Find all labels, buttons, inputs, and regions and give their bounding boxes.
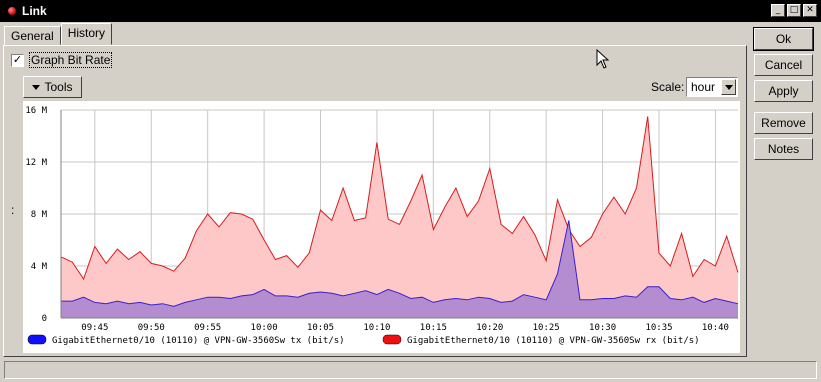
minimize-button[interactable]: _ xyxy=(771,4,785,17)
tools-button[interactable]: Tools xyxy=(23,76,82,98)
app-icon xyxy=(8,7,16,15)
traffic-chart-area: 0 4 M 8 M 12 M 16 M 09:45 09:50 09:55 10:00 10:05… xyxy=(23,101,740,353)
x-tick-label: 10:30 xyxy=(589,323,616,333)
chevron-down-icon xyxy=(724,84,733,90)
window-controls: _ □ ✕ xyxy=(771,4,817,17)
tab-strip: General History xyxy=(4,23,113,45)
splitter-marker: : xyxy=(11,203,15,217)
scale-dropdown-button[interactable] xyxy=(721,79,736,95)
series-area xyxy=(61,116,738,318)
legend-swatch xyxy=(27,334,47,345)
tab-history[interactable]: History xyxy=(60,23,113,45)
y-tick-label: 4 M xyxy=(31,262,48,272)
legend-label: GigabitEthernet0/10 (10110) @ VPN-GW-356… xyxy=(407,336,700,346)
x-tick-label: 10:35 xyxy=(645,323,672,333)
y-tick-label: 0 xyxy=(42,314,47,324)
close-button[interactable]: ✕ xyxy=(803,4,817,17)
x-tick-label: 10:20 xyxy=(476,323,503,333)
graph-bit-rate-label[interactable]: Graph Bit Rate xyxy=(28,52,113,68)
graph-bit-rate-checkbox[interactable]: ✓ xyxy=(11,53,24,67)
x-tick-label: 10:05 xyxy=(307,323,334,333)
x-tick-label: 10:00 xyxy=(251,323,278,333)
x-tick-label: 10:15 xyxy=(420,323,447,333)
mouse-cursor-icon xyxy=(596,49,610,69)
x-tick-label: 10:40 xyxy=(702,323,729,333)
graph-bit-rate-row[interactable]: ✓ Graph Bit Rate xyxy=(11,52,113,68)
scale-label: Scale: xyxy=(651,80,685,94)
legend-label: GigabitEthernet0/10 (10110) @ VPN-GW-356… xyxy=(52,336,345,346)
x-tick-label: 09:50 xyxy=(138,323,165,333)
remove-button[interactable]: Remove xyxy=(754,112,813,134)
x-tick-label: 10:10 xyxy=(363,323,390,333)
scale-value: hour xyxy=(691,80,716,94)
cancel-button[interactable]: Cancel xyxy=(754,54,813,76)
notes-button[interactable]: Notes xyxy=(754,138,813,160)
window-title: Link xyxy=(22,4,47,18)
title-bar[interactable]: Link _ □ ✕ xyxy=(0,0,821,22)
x-tick-label: 09:45 xyxy=(81,323,108,333)
legend-swatch xyxy=(382,334,402,345)
dropdown-arrow-icon xyxy=(32,84,41,90)
y-tick-label: 12 M xyxy=(25,158,47,168)
y-tick-label: 16 M xyxy=(25,106,47,116)
status-bar xyxy=(4,361,817,379)
maximize-button[interactable]: □ xyxy=(787,4,801,17)
apply-button[interactable]: Apply xyxy=(754,80,813,102)
traffic-chart: 0 4 M 8 M 12 M 16 M 09:45 09:50 09:55 10:00 10:05… xyxy=(25,106,739,346)
ok-button[interactable]: Ok xyxy=(753,27,814,51)
scale-select[interactable]: hour xyxy=(686,77,738,97)
x-tick-label: 09:55 xyxy=(194,323,221,333)
tools-label: Tools xyxy=(44,80,73,94)
x-tick-label: 10:25 xyxy=(533,323,560,333)
y-tick-label: 8 M xyxy=(31,210,48,220)
tab-general[interactable]: General xyxy=(4,26,61,45)
